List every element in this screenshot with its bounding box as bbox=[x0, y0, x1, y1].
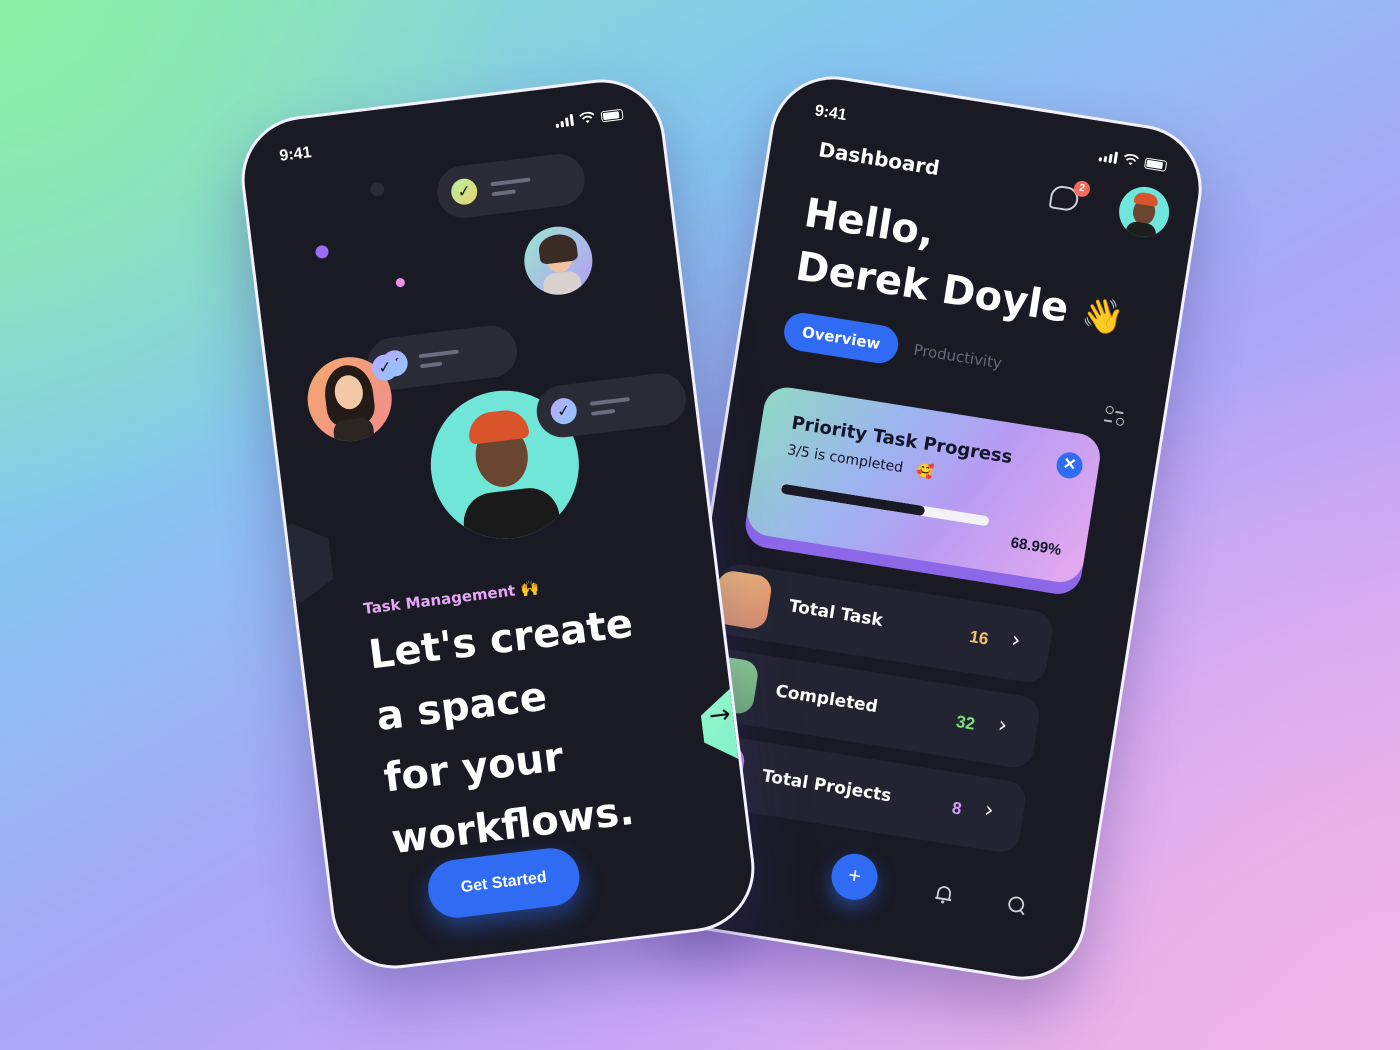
decor-dot bbox=[395, 277, 406, 288]
headline: Let's create a space for your workflows. bbox=[365, 588, 693, 871]
progress-fill bbox=[780, 483, 926, 517]
team-avatar bbox=[520, 222, 597, 299]
placeholder-line bbox=[589, 397, 630, 406]
wifi-icon bbox=[1123, 153, 1140, 166]
search-icon[interactable] bbox=[1003, 892, 1030, 919]
wifi-icon bbox=[579, 111, 595, 124]
chevron-right-icon: › bbox=[982, 797, 996, 824]
close-button[interactable]: ✕ bbox=[1054, 450, 1085, 481]
check-icon: ✓ bbox=[449, 177, 479, 207]
status-bar: 9:41 bbox=[271, 105, 631, 169]
check-icon: ✓ bbox=[549, 396, 579, 426]
add-button[interactable]: + bbox=[828, 850, 881, 904]
placeholder-line bbox=[490, 177, 531, 187]
tab-productivity[interactable]: Productivity bbox=[912, 341, 1003, 373]
battery-icon bbox=[1143, 156, 1168, 172]
tab-overview[interactable]: Overview bbox=[781, 310, 901, 366]
stat-label: Total Task bbox=[787, 596, 885, 631]
smile-emoji: 🥰 bbox=[914, 462, 935, 482]
placeholder-line bbox=[591, 408, 616, 416]
stat-value: 32 bbox=[954, 711, 977, 734]
onboarding-phone: 9:41 ✓ ✓ ✓ ✓ bbox=[234, 72, 762, 976]
arrow-right-icon: → bbox=[707, 699, 733, 732]
placeholder-line bbox=[491, 189, 516, 197]
chevron-right-icon: › bbox=[1009, 627, 1023, 654]
placeholder-line bbox=[419, 361, 443, 369]
decor-dot bbox=[314, 244, 330, 260]
task-pill: ✓ bbox=[434, 151, 588, 221]
stat-value: 8 bbox=[950, 798, 963, 819]
status-time: 9:41 bbox=[278, 144, 313, 165]
battery-icon bbox=[600, 108, 624, 122]
user-avatar[interactable] bbox=[1115, 183, 1173, 241]
wave-emoji: 👋 bbox=[1078, 293, 1127, 340]
page-title: Dashboard bbox=[817, 137, 942, 181]
stat-label: Total Projects bbox=[760, 766, 893, 807]
progress-track bbox=[780, 483, 990, 527]
status-time: 9:41 bbox=[813, 102, 848, 125]
priority-task-card[interactable]: Priority Task Progress 3/5 is completed … bbox=[744, 384, 1104, 586]
stat-label: Completed bbox=[774, 681, 880, 718]
hands-emoji: 🙌 bbox=[519, 578, 541, 599]
decor-shape bbox=[257, 519, 336, 607]
signal-icon bbox=[1098, 149, 1119, 164]
progress-percent: 68.99% bbox=[1009, 534, 1063, 559]
placeholder-line bbox=[418, 349, 459, 359]
chevron-right-icon: › bbox=[996, 712, 1009, 739]
bell-icon[interactable] bbox=[930, 880, 957, 907]
decor-dot bbox=[369, 181, 386, 198]
filter-icon[interactable] bbox=[1103, 403, 1130, 430]
signal-icon bbox=[555, 113, 575, 128]
stat-value: 16 bbox=[968, 626, 990, 649]
task-pill: ✓ bbox=[533, 370, 689, 441]
